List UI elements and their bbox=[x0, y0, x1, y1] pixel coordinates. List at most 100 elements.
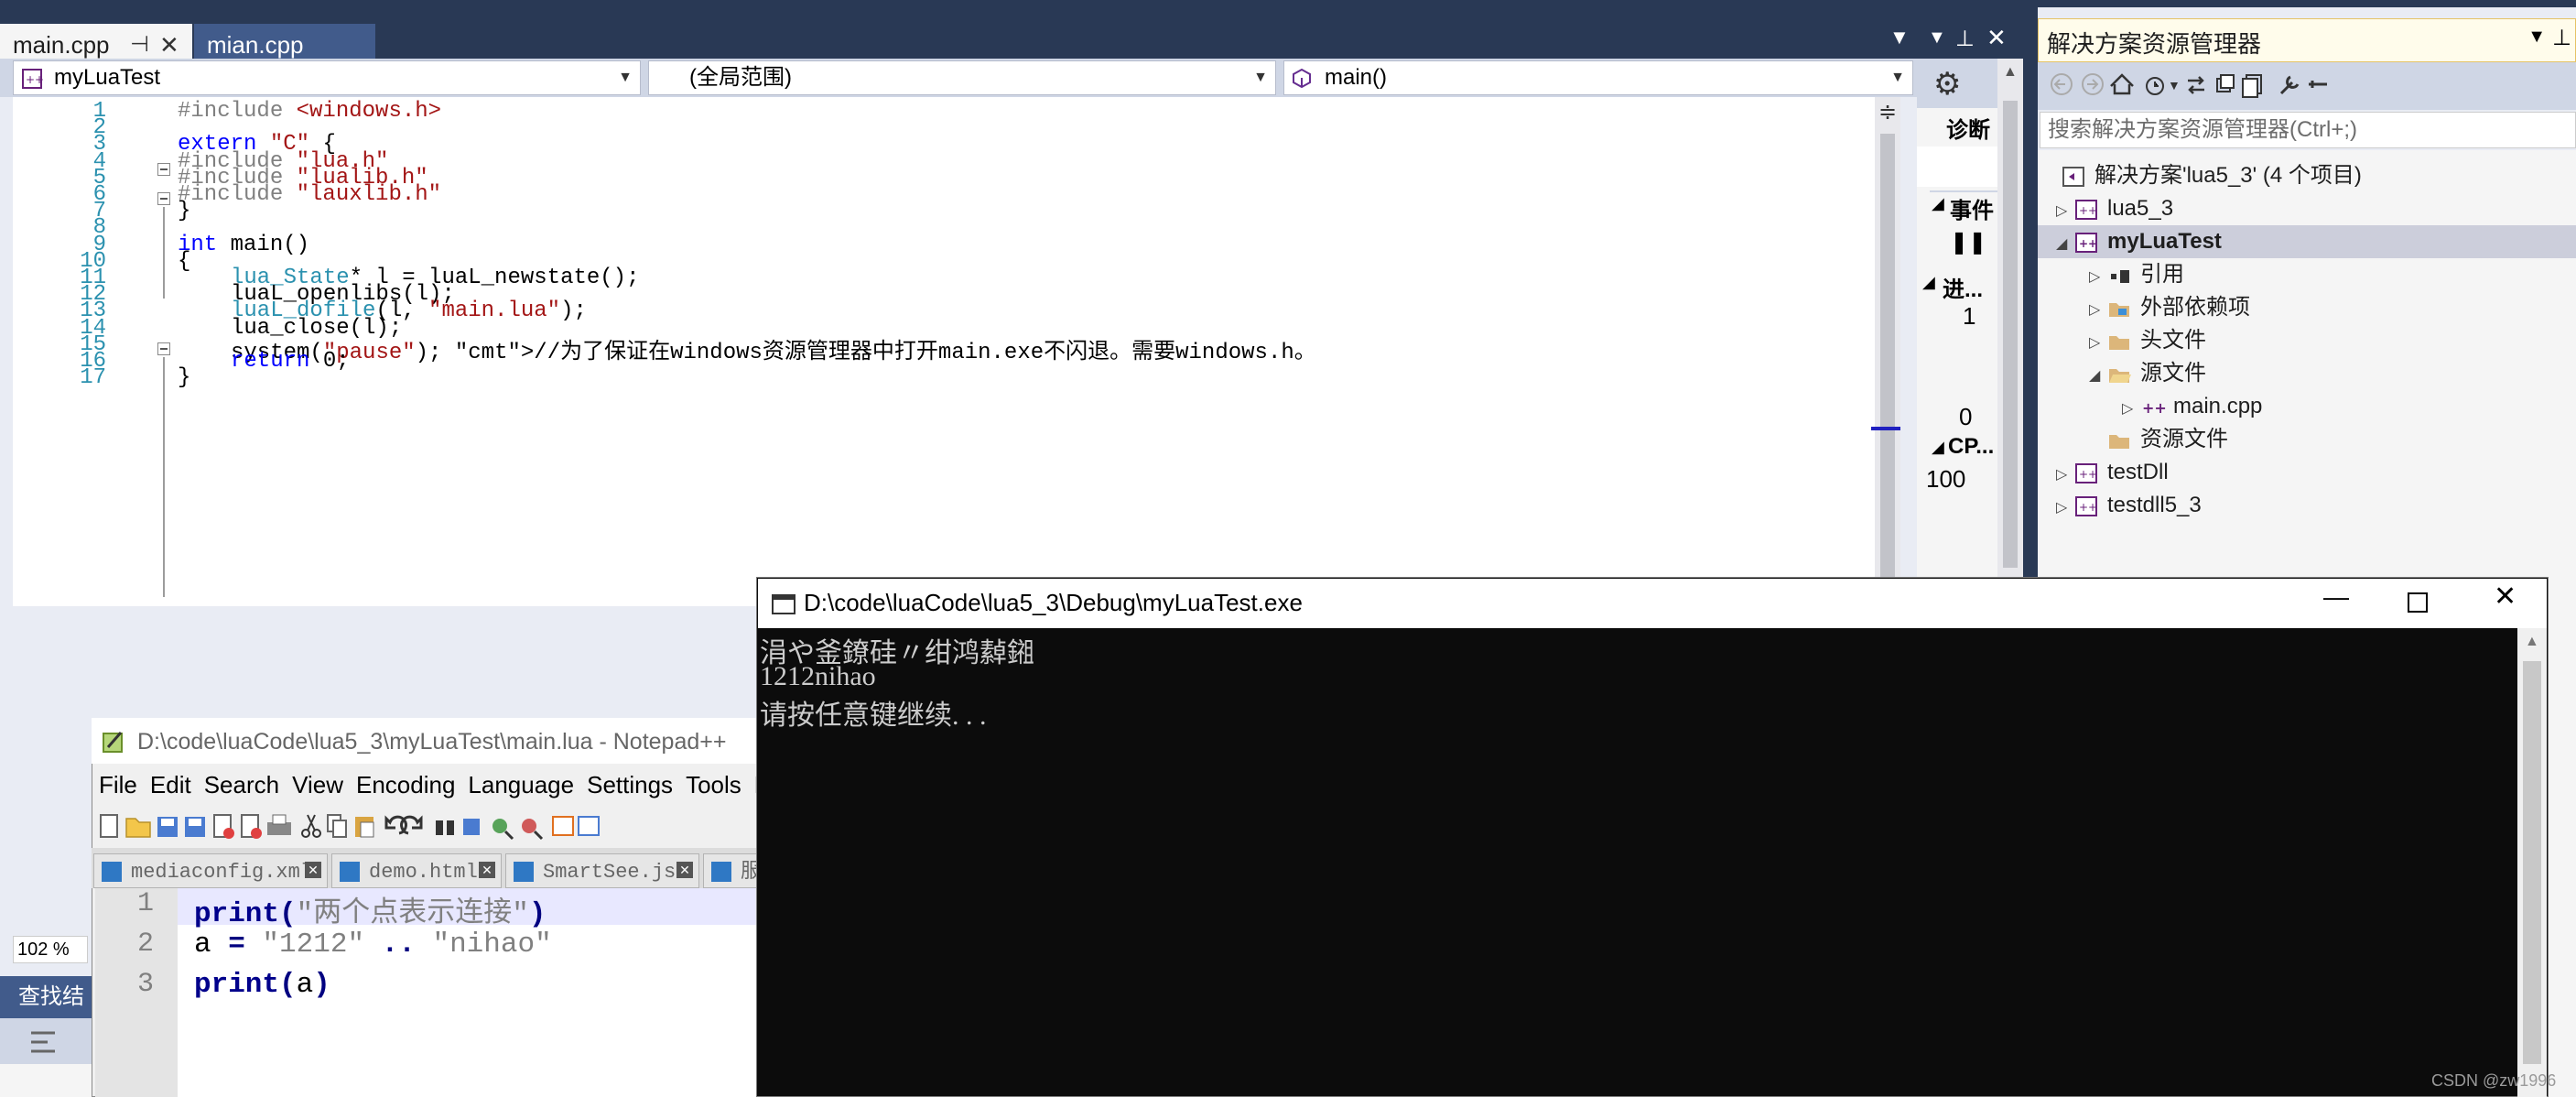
new-file-icon bbox=[100, 814, 118, 838]
folder-icon bbox=[2109, 302, 2129, 317]
expand-triangle-icon[interactable]: ▷ bbox=[2056, 459, 2074, 492]
zoom-level-box[interactable]: 102 % bbox=[13, 936, 88, 963]
collapse-triangle-icon[interactable]: ◢ bbox=[1932, 194, 1944, 213]
code-line[interactable]: } bbox=[178, 199, 190, 223]
console-scrollbar[interactable]: ▲ bbox=[2517, 628, 2547, 1097]
lua-code-line[interactable]: print(a) bbox=[194, 969, 330, 1001]
tree-project-lua5_3[interactable]: ▷ ++ lua5_3 bbox=[2056, 192, 2173, 225]
cpu-section[interactable]: CP... bbox=[1948, 434, 1994, 460]
collapse-triangle-icon[interactable]: ◢ bbox=[2089, 360, 2107, 393]
expand-triangle-icon[interactable]: ▷ bbox=[2089, 327, 2107, 360]
notepadpp-menubar: File Edit Search View Encoding Language Settin… bbox=[92, 771, 774, 806]
close-icon[interactable]: ✕ bbox=[305, 862, 321, 878]
diagnostics-scrollbar[interactable]: ▲ bbox=[1997, 59, 2023, 581]
tree-resource-files[interactable]: 资源文件 bbox=[2107, 423, 2228, 456]
npp-tab-smartsee[interactable]: SmartSee.js ✕ bbox=[505, 853, 699, 888]
code-line[interactable]: #include "lauxlib.h" bbox=[178, 182, 441, 207]
close-icon[interactable]: ✕ bbox=[2494, 581, 2516, 613]
scope-dropdown[interactable]: (全局范围) ▼ bbox=[648, 60, 1276, 95]
chevron-down-icon: ▼ bbox=[618, 70, 633, 85]
lua-code-line[interactable]: print("两个点表示连接") bbox=[194, 888, 546, 930]
close-icon[interactable]: ✕ bbox=[676, 862, 693, 878]
tree-project-myLuaTest[interactable]: ◢ ++ myLuaTest bbox=[2056, 225, 2222, 258]
find-results-tab[interactable]: 查找结果 bbox=[0, 976, 101, 1051]
svg-text:++: ++ bbox=[2079, 204, 2097, 217]
cpp-project-icon: ++ bbox=[2075, 232, 2097, 253]
collapse-extern-block-icon[interactable] bbox=[157, 163, 170, 176]
tree-header-files[interactable]: ▷ 头文件 bbox=[2089, 324, 2206, 357]
tree-project-testdll5_3[interactable]: ▷ ++ testdll5_3 bbox=[2056, 489, 2202, 522]
split-editor-icon[interactable]: ≑ bbox=[1878, 99, 1897, 125]
scrollbar-thumb[interactable] bbox=[2523, 661, 2541, 1064]
menu-file[interactable]: File bbox=[99, 771, 137, 798]
tree-project-testDll[interactable]: ▷ ++ testDll bbox=[2056, 456, 2169, 489]
tree-source-files[interactable]: ◢ 源文件 bbox=[2089, 357, 2206, 390]
open-file-icon bbox=[125, 818, 151, 838]
search-placeholder: 搜索解决方案资源管理器(Ctrl+;) bbox=[2048, 117, 2357, 142]
menu-encoding[interactable]: Encoding bbox=[356, 771, 455, 798]
collapse-include-block-icon[interactable] bbox=[157, 192, 170, 205]
npp-tab-mediaconfig[interactable]: mediaconfig.xml ✕ bbox=[93, 853, 328, 888]
expand-triangle-icon[interactable]: ▷ bbox=[2056, 492, 2074, 525]
expand-triangle-icon[interactable]: ▷ bbox=[2056, 195, 2074, 228]
expand-triangle-icon[interactable]: ▷ bbox=[2122, 393, 2140, 426]
collapse-all-icon bbox=[2216, 74, 2235, 92]
align-left-icon[interactable] bbox=[27, 1024, 64, 1060]
scrollbar-thumb[interactable] bbox=[2003, 101, 2018, 568]
scroll-up-icon[interactable]: ▲ bbox=[2003, 64, 2018, 81]
scroll-up-icon[interactable]: ▲ bbox=[2525, 634, 2539, 650]
home-icon bbox=[2110, 73, 2134, 95]
diagnostics-title[interactable]: 诊断 bbox=[1946, 112, 1990, 144]
collapse-triangle-icon[interactable]: ◢ bbox=[1922, 273, 1935, 292]
pause-icon[interactable]: ❚❚ bbox=[1950, 229, 1986, 255]
code-line[interactable]: int main() bbox=[178, 233, 309, 257]
solution-icon bbox=[2062, 166, 2084, 187]
code-line[interactable]: { bbox=[178, 249, 190, 274]
events-section[interactable]: 事件 bbox=[1950, 192, 1994, 224]
code-line[interactable]: #include <windows.h> bbox=[178, 99, 441, 124]
npp-tab-partial[interactable]: 服 bbox=[703, 853, 763, 888]
process-section[interactable]: 进... bbox=[1943, 271, 1983, 303]
dropdown-chevron-icon[interactable]: ▼ bbox=[1928, 27, 1946, 49]
tree-references[interactable]: ▷ 引用 bbox=[2089, 258, 2184, 291]
function-name: main() bbox=[1325, 65, 1388, 90]
close-icon[interactable]: ✕ bbox=[1986, 24, 2007, 52]
menu-settings[interactable]: Settings bbox=[587, 771, 673, 798]
close-icon[interactable]: ✕ bbox=[479, 862, 495, 878]
tree-external-dependencies[interactable]: ▷ 外部依赖项 bbox=[2089, 291, 2250, 324]
solution-search-input[interactable]: 搜索解决方案资源管理器(Ctrl+;) bbox=[2040, 112, 2576, 148]
scrollbar-thumb[interactable] bbox=[1880, 134, 1895, 604]
zoom-level: 102 % bbox=[17, 940, 70, 960]
tree-solution[interactable]: 解决方案'lua5_3' (4 个项目) bbox=[2062, 159, 2362, 192]
dropdown-chevron-icon[interactable]: ▼ bbox=[2527, 27, 2546, 48]
function-dropdown[interactable]: main() ▼ bbox=[1283, 60, 1913, 95]
maximize-icon[interactable] bbox=[2408, 592, 2428, 613]
print-icon bbox=[267, 814, 291, 835]
expand-triangle-icon[interactable]: ▷ bbox=[2089, 261, 2107, 294]
chevron-down-icon: ▼ bbox=[1253, 70, 1268, 85]
menu-edit[interactable]: Edit bbox=[150, 771, 191, 798]
menu-tools[interactable]: Tools bbox=[686, 771, 741, 798]
collapse-main-icon[interactable] bbox=[157, 342, 170, 355]
lua-code-line[interactable]: a = "1212" .. "nihao" bbox=[194, 929, 552, 961]
project-dropdown[interactable]: ++ myLuaTest ▼ bbox=[13, 60, 641, 95]
collapse-triangle-icon[interactable]: ◢ bbox=[2056, 228, 2074, 261]
tab-label: mediaconfig.xml bbox=[131, 861, 313, 884]
menu-language[interactable]: Language bbox=[468, 771, 574, 798]
menu-view[interactable]: View bbox=[292, 771, 343, 798]
tree-main-cpp[interactable]: ▷ ++ main.cpp bbox=[2122, 390, 2262, 423]
menu-search[interactable]: Search bbox=[204, 771, 279, 798]
settings-gear-icon[interactable]: ⚙ bbox=[1933, 66, 1961, 103]
expand-triangle-icon[interactable]: ▷ bbox=[2089, 294, 2107, 327]
pin-icon[interactable]: ⊥ bbox=[1955, 26, 1975, 52]
editor-vertical-scrollbar[interactable]: ≑ bbox=[1875, 97, 1900, 606]
find-icon bbox=[436, 820, 454, 835]
code-line[interactable]: } bbox=[178, 365, 190, 390]
minimize-icon[interactable]: — bbox=[2323, 582, 2349, 612]
code-line[interactable]: system("pause"); "cmt">//为了保证在windows资源管… bbox=[231, 332, 1316, 365]
npp-tab-demo-html[interactable]: demo.html ✕ bbox=[331, 853, 502, 888]
pin-icon[interactable]: ⊥ bbox=[2552, 25, 2571, 51]
code-line[interactable]: return 0; bbox=[231, 349, 350, 374]
tab-overflow-chevron-icon[interactable]: ▼ bbox=[1889, 26, 1910, 49]
collapse-triangle-icon[interactable]: ◢ bbox=[1932, 438, 1944, 457]
